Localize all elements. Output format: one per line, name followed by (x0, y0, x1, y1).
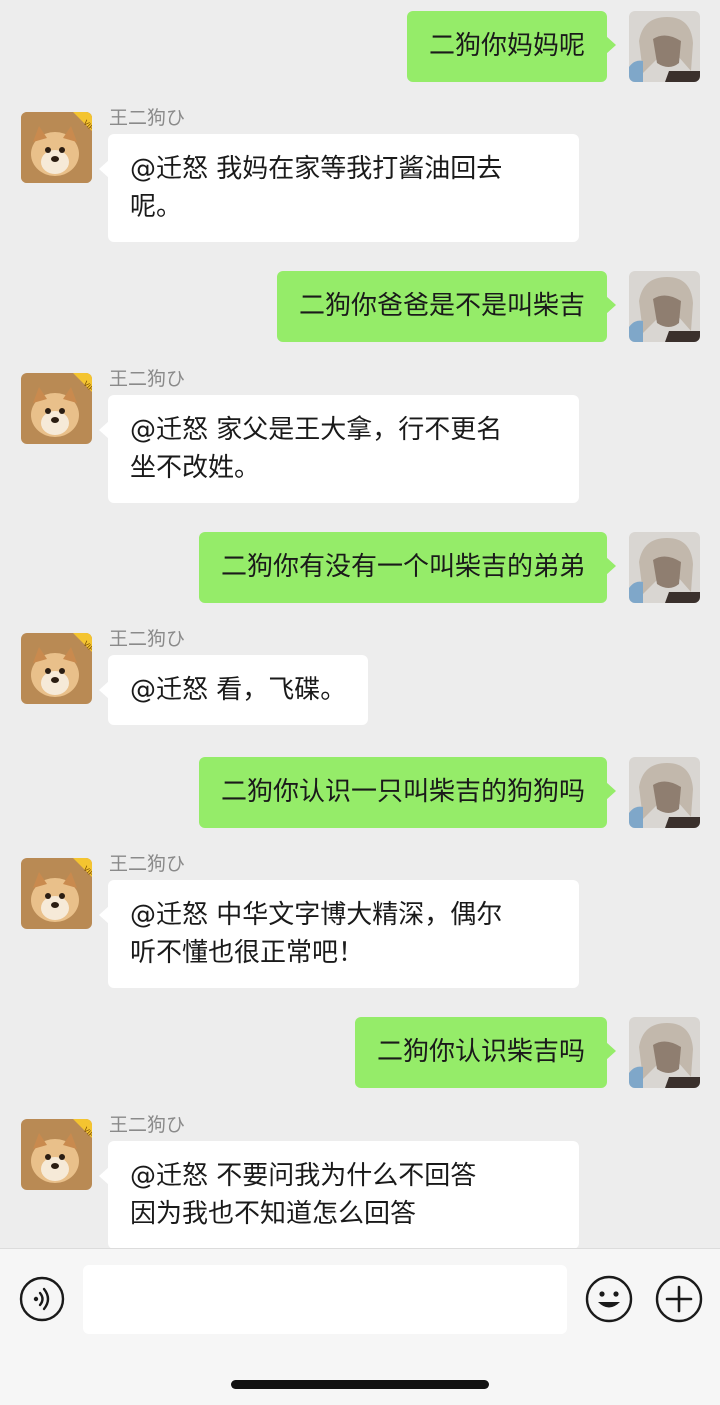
plus-icon[interactable] (655, 1275, 703, 1323)
sender-name: 王二狗ひ (109, 853, 186, 875)
emoji-icon[interactable] (585, 1275, 633, 1323)
self-message-bubble[interactable]: 二狗你有没有一个叫柴吉的弟弟 (198, 532, 617, 603)
self-avatar[interactable] (629, 532, 700, 603)
sender-avatar[interactable]: VIP (21, 858, 92, 929)
received-message-bubble[interactable]: @迁怒 中华文字博大精深，偶尔 听不懂也很正常吧！ (99, 880, 579, 988)
chat-area[interactable]: 二狗你妈妈呢 王二狗ひ VIP @迁怒 我妈在家等我打酱油回去 呢。 二狗你爸爸… (0, 0, 720, 1248)
sender-avatar[interactable]: VIP (21, 633, 92, 704)
self-message-bubble[interactable]: 二狗你妈妈呢 (406, 11, 617, 82)
self-avatar[interactable] (629, 757, 700, 828)
received-message-bubble[interactable]: @迁怒 不要问我为什么不回答 因为我也不知道怎么回答 (99, 1141, 579, 1248)
received-message-bubble[interactable]: @迁怒 我妈在家等我打酱油回去 呢。 (99, 134, 579, 242)
message-input[interactable] (83, 1265, 567, 1334)
sender-avatar[interactable]: VIP (21, 1119, 92, 1190)
self-message-bubble[interactable]: 二狗你认识柴吉吗 (354, 1017, 617, 1088)
sender-avatar[interactable]: VIP (21, 373, 92, 444)
self-avatar[interactable] (629, 1017, 700, 1088)
self-avatar[interactable] (629, 271, 700, 342)
received-message-bubble[interactable]: @迁怒 看，飞碟。 (98, 655, 369, 725)
sender-name: 王二狗ひ (109, 107, 186, 129)
voice-icon[interactable] (19, 1276, 65, 1322)
self-avatar[interactable] (629, 11, 700, 82)
self-message-bubble[interactable]: 二狗你爸爸是不是叫柴吉 (276, 271, 617, 342)
self-message-bubble[interactable]: 二狗你认识一只叫柴吉的狗狗吗 (198, 757, 617, 828)
sender-name: 王二狗ひ (109, 628, 186, 650)
sender-name: 王二狗ひ (109, 1114, 186, 1136)
received-message-bubble[interactable]: @迁怒 家父是王大拿，行不更名 坐不改姓。 (99, 395, 579, 503)
sender-avatar[interactable]: VIP (21, 112, 92, 183)
sender-name: 王二狗ひ (109, 368, 186, 390)
home-indicator[interactable] (231, 1380, 489, 1389)
